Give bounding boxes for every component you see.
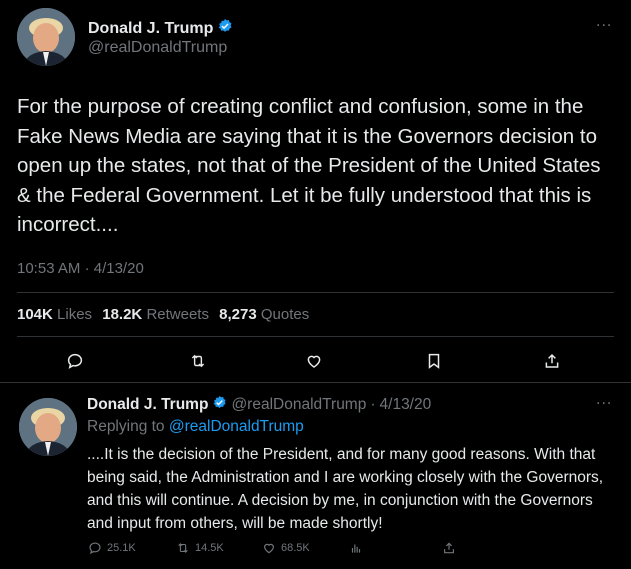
- reply-replies-count: 25.1K: [107, 542, 136, 554]
- tweet-time: 10:53 AM: [17, 260, 81, 277]
- quotes-count[interactable]: 8,273: [219, 306, 257, 323]
- reply-retweet-button[interactable]: 14.5K: [176, 541, 224, 555]
- tweet-stats: 104K Likes 18.2K Retweets 8,273 Quotes: [17, 306, 315, 323]
- reply-reply-button[interactable]: 25.1K: [88, 541, 136, 555]
- avatar-photo: [19, 398, 77, 456]
- reply-icon: [67, 353, 83, 369]
- reply-like-button[interactable]: 68.5K: [262, 541, 310, 555]
- tweet-timestamp[interactable]: 10:53 AM · 4/13/20: [17, 260, 144, 277]
- reply-analytics-button[interactable]: [349, 541, 363, 555]
- retweet-icon: [178, 543, 188, 553]
- retweets-label[interactable]: Retweets: [146, 306, 209, 323]
- author-handle[interactable]: @realDonaldTrump: [88, 39, 227, 57]
- replying-to-prefix: Replying to: [87, 418, 165, 435]
- verified-badge-icon: [217, 18, 233, 39]
- author-name-row: Donald J. Trump: [88, 18, 233, 39]
- reply-author-name[interactable]: Donald J. Trump: [87, 396, 208, 414]
- avatar[interactable]: [17, 8, 75, 66]
- replying-to-handle[interactable]: @realDonaldTrump: [169, 418, 304, 435]
- replying-to: Replying to @realDonaldTrump: [87, 418, 304, 436]
- divider: [0, 382, 631, 383]
- share-icon: [545, 353, 559, 368]
- share-button[interactable]: [541, 350, 563, 372]
- reply-icon: [89, 542, 101, 555]
- reply-date[interactable]: 4/13/20: [380, 396, 432, 414]
- reply-separator: ·: [370, 396, 376, 413]
- like-button[interactable]: [303, 350, 325, 372]
- quotes-label[interactable]: Quotes: [261, 306, 309, 323]
- bookmark-button[interactable]: [423, 350, 445, 372]
- reply-avatar[interactable]: [19, 398, 77, 456]
- avatar-photo: [17, 8, 75, 66]
- reply-header: Donald J. Trump @realDonaldTrump · 4/13/…: [87, 395, 431, 415]
- divider: [17, 336, 614, 337]
- reply-text: ....It is the decision of the President,…: [87, 446, 604, 532]
- retweet-button[interactable]: [187, 350, 209, 372]
- likes-label[interactable]: Likes: [57, 306, 92, 323]
- reply-share-button[interactable]: [442, 541, 456, 555]
- reply-likes-count: 68.5K: [281, 542, 310, 554]
- more-options-icon[interactable]: ···: [596, 18, 612, 34]
- reply-more-options-icon[interactable]: ···: [596, 396, 612, 412]
- reply-author-handle[interactable]: @realDonaldTrump: [231, 396, 366, 414]
- tweet-date: 4/13/20: [93, 260, 144, 277]
- divider: [17, 292, 614, 293]
- bookmark-icon: [428, 353, 440, 369]
- retweet-icon: [191, 354, 205, 368]
- reply-button[interactable]: [64, 350, 86, 372]
- retweets-count[interactable]: 18.2K: [102, 306, 142, 323]
- analytics-icon: [351, 544, 361, 553]
- author-name[interactable]: Donald J. Trump: [88, 20, 213, 38]
- share-icon: [444, 542, 454, 554]
- verified-badge-icon: [212, 395, 227, 415]
- heart-icon: [307, 355, 321, 368]
- timestamp-separator: ·: [84, 260, 90, 277]
- reply-retweets-count: 14.5K: [195, 542, 224, 554]
- likes-count[interactable]: 104K: [17, 306, 53, 323]
- tweet-text: For the purpose of creating conflict and…: [17, 95, 601, 236]
- heart-icon: [264, 543, 274, 554]
